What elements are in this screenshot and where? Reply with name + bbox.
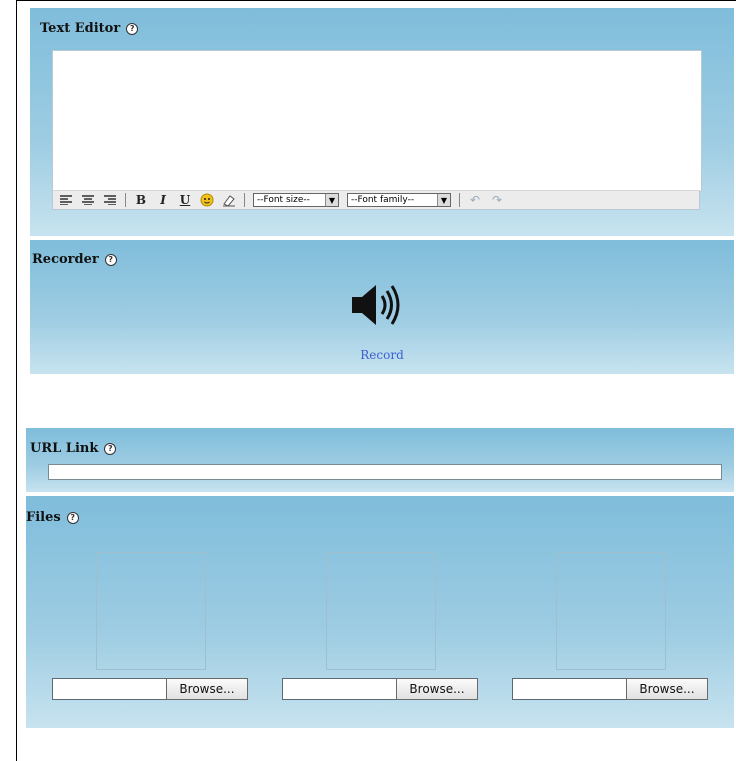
redo-icon[interactable]: ↷ (490, 193, 504, 207)
help-icon[interactable]: ? (66, 511, 79, 524)
font-size-select-label: --Font size-- (257, 195, 310, 205)
font-family-select-label: --Font family-- (351, 195, 415, 205)
file-preview-3 (556, 552, 666, 670)
eraser-icon[interactable] (222, 193, 236, 207)
font-size-select[interactable]: --Font size-- ▼ (253, 193, 339, 207)
text-editor-title: Text Editor ? (40, 21, 139, 36)
files-panel: Files ? Browse... Browse... Browse... (26, 496, 734, 728)
file-preview-1 (96, 552, 206, 670)
align-right-icon[interactable] (103, 193, 117, 207)
underline-button[interactable]: U (178, 193, 192, 207)
toolbar-separator (459, 193, 460, 207)
help-icon[interactable]: ? (126, 22, 139, 35)
smiley-icon[interactable] (200, 193, 214, 207)
file-preview-2 (326, 552, 436, 670)
dropdown-arrow-icon: ▼ (325, 194, 338, 206)
help-icon[interactable]: ? (104, 442, 117, 455)
browse-button-3[interactable]: Browse... (626, 678, 708, 700)
toolbar-separator (244, 193, 245, 207)
record-link[interactable]: Record (30, 348, 734, 362)
align-center-icon[interactable] (81, 193, 95, 207)
files-title: Files ? (26, 510, 79, 525)
top-border-line (16, 0, 736, 1)
dropdown-arrow-icon: ▼ (437, 194, 450, 206)
help-icon[interactable]: ? (104, 253, 117, 266)
align-left-icon[interactable] (59, 193, 73, 207)
url-link-title: URL Link ? (30, 441, 117, 456)
file-input-3[interactable] (512, 678, 628, 700)
url-link-panel: URL Link ? (26, 428, 734, 492)
editor-text-area[interactable] (52, 50, 702, 192)
browse-button-1[interactable]: Browse... (166, 678, 248, 700)
speaker-icon[interactable] (352, 280, 412, 330)
toolbar-separator (125, 193, 126, 207)
file-input-2[interactable] (282, 678, 398, 700)
url-link-title-label: URL Link (30, 441, 99, 456)
file-input-1[interactable] (52, 678, 168, 700)
font-family-select[interactable]: --Font family-- ▼ (347, 193, 451, 207)
bold-button[interactable]: B (134, 193, 148, 207)
url-input[interactable] (48, 464, 722, 480)
text-editor-title-label: Text Editor (40, 21, 121, 36)
undo-icon[interactable]: ↶ (468, 193, 482, 207)
italic-button[interactable]: I (156, 193, 170, 207)
editor-toolbar: B I U --Font size-- ▼ --Font family-- ▼ … (52, 190, 700, 210)
browse-button-2[interactable]: Browse... (396, 678, 478, 700)
recorder-panel: Recorder ? Record (30, 240, 734, 374)
recorder-title: Recorder ? (32, 252, 117, 267)
files-title-label: Files (26, 510, 61, 525)
text-editor-panel: Text Editor ? B I U --Font size-- ▼ --Fo… (30, 8, 734, 236)
left-border-line (16, 0, 17, 761)
recorder-title-label: Recorder (32, 252, 99, 267)
